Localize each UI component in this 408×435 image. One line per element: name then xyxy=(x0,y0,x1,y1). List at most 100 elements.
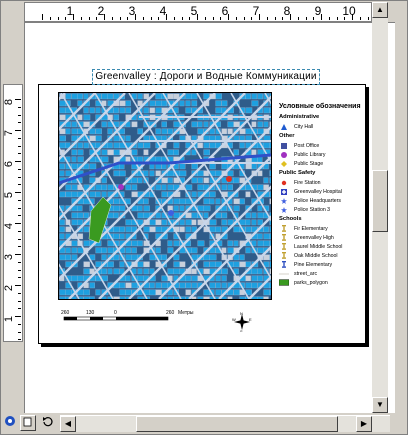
ruler-tick xyxy=(243,17,245,20)
ruler-tick xyxy=(18,238,21,240)
legend-title: Условные обозначения xyxy=(279,103,361,110)
ruler-label: 2 xyxy=(97,4,105,18)
ruler-tick xyxy=(150,17,152,20)
ruler-label: 1 xyxy=(66,4,74,18)
north-arrow[interactable]: N S E W xyxy=(232,311,252,334)
legend-item: City Hall xyxy=(279,122,363,131)
ruler-label: 3 xyxy=(128,4,136,18)
legend-item: parks_polygon xyxy=(279,278,363,287)
legend-item: Laurel Middle School xyxy=(279,242,363,251)
legend-item: Public Library xyxy=(279,150,363,159)
cross-icon xyxy=(279,188,289,196)
legend-item-label: Public Library xyxy=(294,151,326,158)
ruler-label: 7 xyxy=(252,4,260,18)
ruler-tick xyxy=(18,168,21,170)
line-icon xyxy=(279,270,289,278)
school-icon xyxy=(279,243,289,251)
legend-item: Police Station 3 xyxy=(279,205,363,214)
legend-item-label: Oak Middle School xyxy=(294,252,338,259)
diamond-icon xyxy=(279,160,289,168)
dot-icon xyxy=(279,179,289,187)
legend-item: Greenvalley Hospital xyxy=(279,187,363,196)
ruler-tick xyxy=(119,17,121,20)
ruler-tick xyxy=(15,285,21,286)
data-view-icon[interactable] xyxy=(20,415,36,431)
ruler-tick xyxy=(18,215,21,217)
ruler-tick xyxy=(18,246,21,248)
ruler-tick xyxy=(18,199,21,201)
ruler-tick xyxy=(266,17,268,20)
ruler-label: 3 xyxy=(3,253,16,261)
ruler-tick xyxy=(18,331,21,333)
map-frame[interactable] xyxy=(58,92,272,300)
legend-item: Fir Elementary xyxy=(279,224,363,233)
ruler-tick xyxy=(18,184,21,186)
horizontal-scroll-thumb[interactable] xyxy=(136,416,338,432)
triangle-icon xyxy=(279,123,289,131)
ruler-tick xyxy=(142,17,144,20)
layout-view-icon[interactable] xyxy=(2,415,18,431)
legend-section-heading: Public Safety xyxy=(279,170,316,176)
legend-item-label: Police Headquarters xyxy=(294,197,342,204)
ruler-tick xyxy=(18,269,21,271)
ruler-tick xyxy=(212,17,214,20)
ruler-label: 8 xyxy=(283,4,291,18)
legend-item-label: Fire Station xyxy=(294,179,321,186)
legend-item-label: Public Stage xyxy=(294,160,324,167)
school-icon xyxy=(279,234,289,242)
horizontal-scrollbar[interactable]: ◀ ▶ xyxy=(60,415,390,432)
ruler-label: 8 xyxy=(3,98,16,106)
circle-icon xyxy=(279,151,289,159)
legend[interactable]: Условные обозначения Administrative City … xyxy=(279,103,363,287)
ruler-tick xyxy=(305,17,307,20)
scroll-right-button[interactable]: ▶ xyxy=(356,416,372,432)
ruler-tick xyxy=(15,192,21,193)
legend-item-label: Fir Elementary xyxy=(294,225,328,232)
ruler-tick xyxy=(80,17,82,20)
north-label: N xyxy=(240,312,243,316)
legend-item-label: Police Station 3 xyxy=(294,206,331,213)
city-map xyxy=(59,93,271,299)
school-icon xyxy=(279,261,289,269)
ruler-label: 9 xyxy=(314,4,322,18)
vertical-scrollbar[interactable]: ▲ ▼ xyxy=(372,2,388,413)
scale-label-1: 130 xyxy=(86,310,95,316)
square-icon xyxy=(279,142,289,150)
scroll-down-button[interactable]: ▼ xyxy=(372,397,388,413)
ruler-tick xyxy=(18,176,21,178)
scale-bar[interactable]: 260 130 0 260 Метры xyxy=(58,306,218,330)
scroll-left-button[interactable]: ◀ xyxy=(60,416,76,432)
legend-item: Greenvalley High xyxy=(279,233,363,242)
ruler-tick xyxy=(18,230,21,232)
ruler-label: 4 xyxy=(159,4,167,18)
ruler-tick xyxy=(18,137,21,139)
ruler-label: 4 xyxy=(3,222,16,230)
ruler-tick xyxy=(367,17,369,20)
ruler-label: 6 xyxy=(221,4,229,18)
school-icon xyxy=(279,252,289,260)
vertical-scroll-thumb[interactable] xyxy=(372,170,388,232)
ruler-tick xyxy=(173,17,175,20)
refresh-icon[interactable] xyxy=(40,415,56,431)
ruler-label: 6 xyxy=(3,160,16,168)
scale-bar-graphic: 260 130 0 260 Метры xyxy=(61,310,194,321)
view-toolbar xyxy=(0,414,60,434)
ruler-tick xyxy=(18,106,21,108)
ruler-tick xyxy=(42,14,43,20)
legend-item: street_arc xyxy=(279,269,363,278)
ruler-tick xyxy=(18,145,21,147)
legend-section-heading: Administrative xyxy=(279,114,320,120)
ruler-label: 2 xyxy=(3,284,16,292)
ruler-tick xyxy=(235,17,237,20)
ruler-tick xyxy=(18,277,21,279)
ruler-label: 5 xyxy=(190,4,198,18)
ruler-tick xyxy=(57,17,59,20)
east-label: E xyxy=(249,317,252,322)
legend-item: Pine Elementary xyxy=(279,260,363,269)
ruler-tick xyxy=(18,207,21,209)
ruler-tick xyxy=(15,316,21,317)
scroll-up-button[interactable]: ▲ xyxy=(372,2,388,18)
map-title[interactable]: Greenvalley : Дороги и Водные Коммуникац… xyxy=(92,69,320,85)
ruler-tick xyxy=(18,122,21,124)
ruler-tick xyxy=(88,17,90,20)
